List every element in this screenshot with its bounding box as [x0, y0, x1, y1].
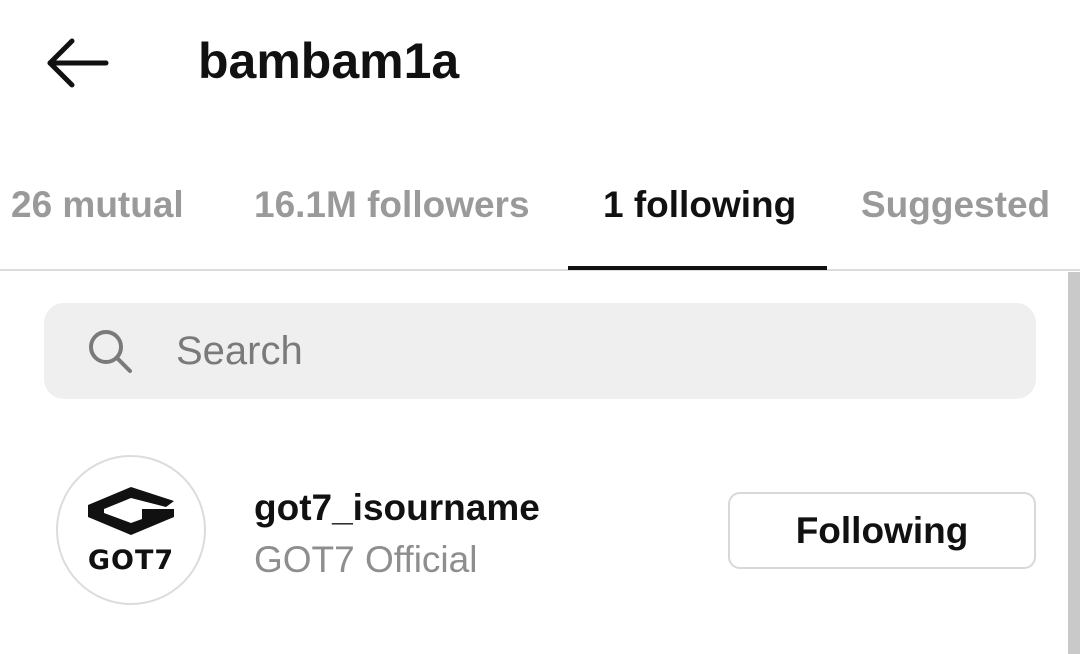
back-button[interactable] [40, 30, 114, 96]
header: bambam1a [0, 0, 1080, 124]
tab-bar: 26 mutual 16.1M followers 1 following Su… [0, 160, 1080, 270]
page-title: bambam1a [198, 33, 460, 89]
following-button[interactable]: Following [728, 492, 1036, 569]
search-input[interactable] [176, 319, 996, 383]
account-username[interactable]: got7_isourname [254, 486, 540, 530]
tab-suggested[interactable]: Suggested [861, 182, 1050, 228]
tab-following[interactable]: 1 following [603, 182, 796, 228]
account-full-name: GOT7 Official [254, 539, 478, 580]
avatar[interactable]: GOT7 [56, 455, 206, 605]
search-icon [89, 330, 132, 373]
active-tab-indicator [568, 266, 827, 270]
got7-logo: GOT7 [88, 487, 174, 576]
tabs-divider [0, 269, 1080, 271]
tab-followers[interactable]: 16.1M followers [254, 182, 530, 228]
svg-text:GOT7: GOT7 [88, 545, 174, 576]
scrollbar[interactable] [1068, 272, 1080, 654]
arrow-left-icon [47, 38, 109, 88]
screen: bambam1a 26 mutual 16.1M followers 1 fol… [0, 0, 1080, 654]
tab-mutual[interactable]: 26 mutual [11, 182, 184, 228]
